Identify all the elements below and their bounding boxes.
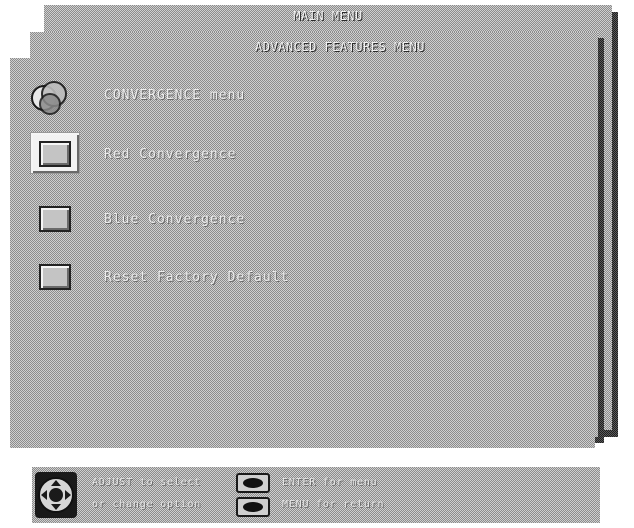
main-menu-title: MAIN MENU: [293, 9, 363, 23]
convergence-menu-label: CONVERGENCE menu: [104, 88, 246, 103]
help-bar: ADJUST to select or change option ENTER …: [32, 467, 600, 523]
reset-factory-default-button-icon: [39, 264, 71, 290]
blue-convergence-button-icon: [39, 206, 71, 232]
blue-convergence-label: Blue Convergence: [104, 212, 246, 227]
menu-button-icon: [236, 497, 270, 517]
help-enter-text: ENTER for menu: [282, 477, 378, 488]
menu-item-convergence: CONVERGENCE menu: [28, 76, 328, 116]
convergence-menu-panel: CONVERGENCE menu Red Convergence Blue Co…: [10, 58, 595, 448]
menu-item-red-convergence[interactable]: Red Convergence: [30, 132, 330, 176]
enter-button-icon: [236, 473, 270, 493]
red-convergence-button-icon: [39, 141, 71, 167]
advanced-menu-title: ADVANCED FEATURES MENU: [255, 40, 425, 54]
help-menu-text: MENU for return: [282, 499, 385, 510]
help-adjust-text: ADJUST to select: [92, 477, 202, 488]
menu-item-reset-factory-default[interactable]: Reset Factory Default: [30, 260, 370, 300]
red-convergence-label: Red Convergence: [104, 147, 237, 162]
help-change-option-text: or change option: [92, 499, 202, 510]
convergence-icon: [31, 81, 67, 115]
direction-pad-icon: [35, 472, 77, 518]
reset-factory-default-label: Reset Factory Default: [104, 270, 290, 285]
menu-item-blue-convergence[interactable]: Blue Convergence: [30, 202, 330, 242]
